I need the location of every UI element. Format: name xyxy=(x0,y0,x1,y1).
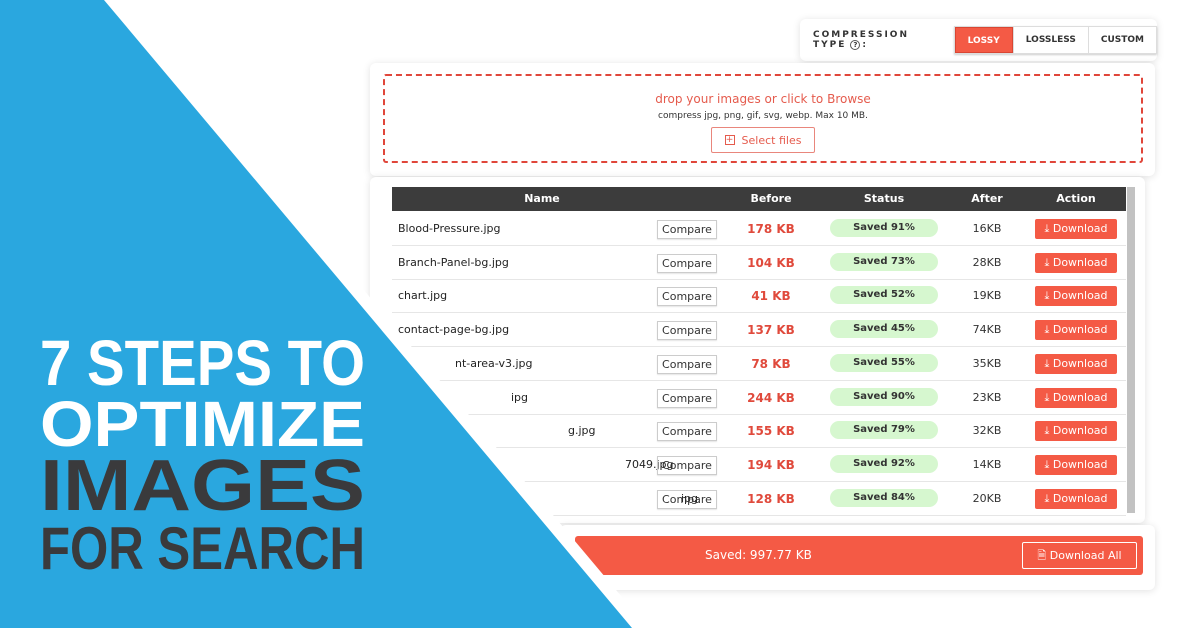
headline-line-4: FOR SEARCH xyxy=(40,515,365,582)
headline-line-3: IMAGES xyxy=(40,446,365,526)
hero-banner: 7 STEPS TO OPTIMIZE IMAGES FOR SEARCH xyxy=(0,0,648,628)
